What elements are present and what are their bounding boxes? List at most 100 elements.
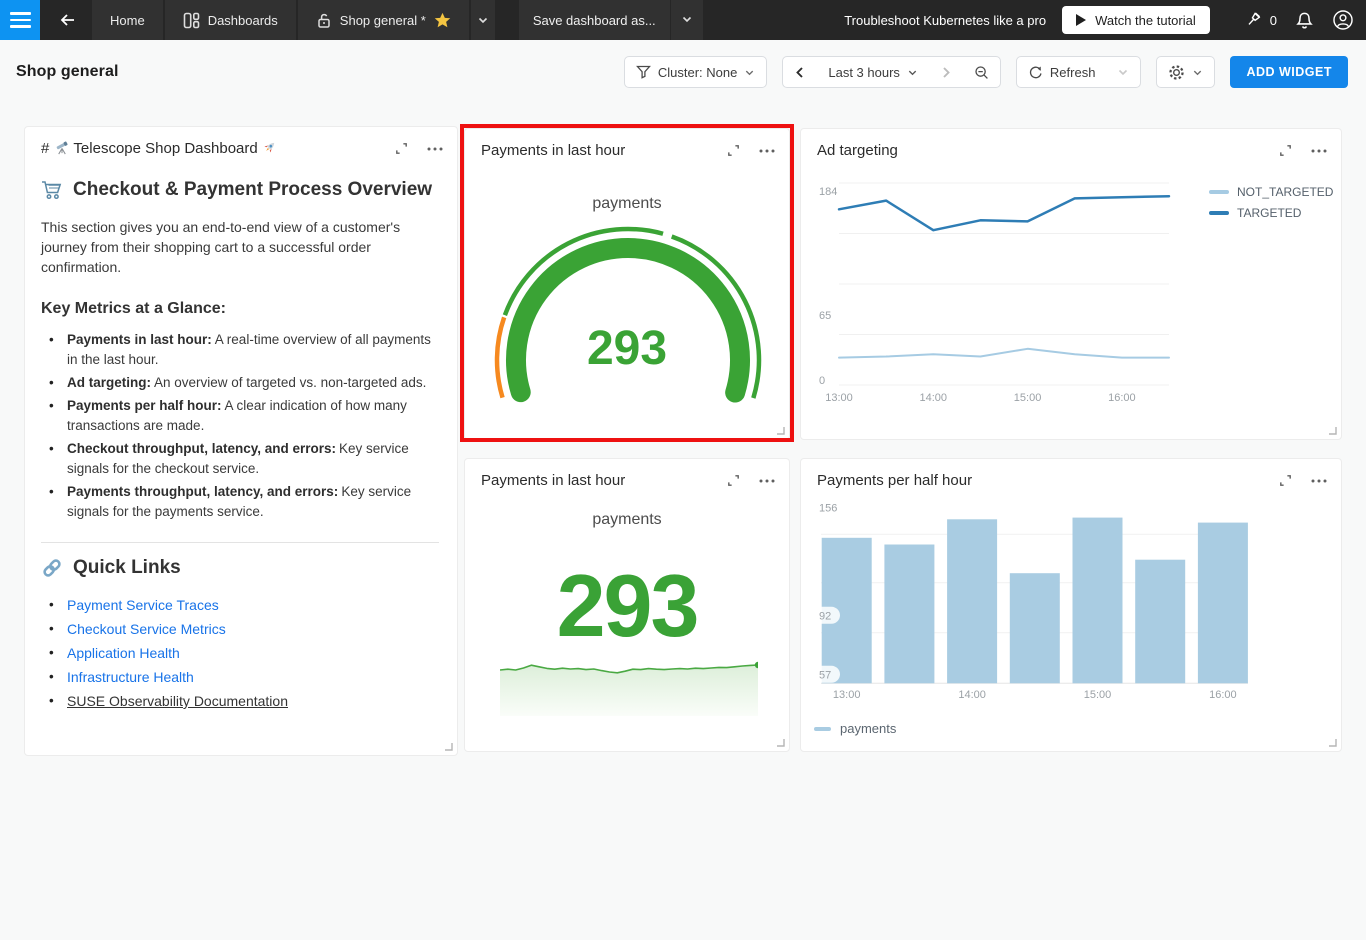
list-item: Infrastructure Health	[41, 667, 439, 688]
link-payment-service-traces[interactable]: Payment Service Traces	[67, 597, 219, 613]
zoom-out-time-button[interactable]	[963, 57, 1000, 87]
metrics-heading: Key Metrics at a Glance:	[41, 300, 226, 317]
list-item: SUSE Observability Documentation	[41, 691, 439, 712]
widget-markdown-title: # Telescope Shop Dashboard	[41, 140, 277, 157]
svg-text:13:00: 13:00	[825, 392, 853, 404]
legend-swatch	[814, 726, 831, 731]
expand-icon	[728, 475, 739, 486]
pinned-views-button[interactable]: 0	[1244, 11, 1277, 29]
markdown-description: This section gives you an end-to-end vie…	[41, 219, 401, 275]
user-avatar-button[interactable]	[1332, 9, 1354, 31]
resize-handle-icon[interactable]	[776, 738, 785, 747]
settings-button[interactable]	[1157, 57, 1214, 87]
time-range-button[interactable]: Last 3 hours	[817, 57, 929, 87]
refresh-options-chevron[interactable]	[1106, 57, 1140, 87]
ellipsis-icon	[427, 147, 443, 150]
chevron-right-icon	[943, 66, 950, 78]
resize-handle-icon[interactable]	[444, 742, 453, 751]
pin-icon	[1248, 12, 1261, 25]
resize-handle-icon[interactable]	[1328, 426, 1337, 435]
cluster-filter-button[interactable]: Cluster: None	[625, 57, 766, 87]
tab-shop-general-label: Shop general *	[339, 12, 426, 28]
payments-bar-chart: 156 92 5713:00 14:00 15:00 16:00	[812, 503, 1248, 701]
save-dashboard-group: Save dashboard as...	[518, 0, 703, 40]
chevron-down-icon	[1119, 69, 1128, 76]
page-header: Shop general Cluster: None Last 3 hours	[0, 40, 1366, 104]
ad-targeting-chart: 184 65 013:00 14:00 15:00 16:00	[819, 182, 1171, 404]
widget-title: Payments in last hour	[481, 472, 626, 489]
refresh-button[interactable]: Refresh	[1017, 57, 1107, 87]
widget-payments-number: Payments in last hour payments 293	[464, 458, 790, 752]
svg-text:15:00: 15:00	[1084, 689, 1112, 701]
link-application-health[interactable]: Application Health	[67, 645, 180, 661]
tab-dashboards-label: Dashboards	[207, 12, 278, 28]
expand-widget-button[interactable]	[394, 141, 409, 156]
top-navbar: Home Dashboards Shop general * Save dash…	[0, 0, 1366, 40]
widget-menu-button[interactable]	[759, 479, 775, 483]
gear-icon	[1169, 64, 1185, 80]
hamburger-menu-button[interactable]	[0, 0, 40, 40]
number-series-label: payments	[592, 511, 662, 528]
pin-count: 0	[1269, 12, 1277, 28]
save-dashboard-chevron-button[interactable]	[670, 0, 703, 40]
list-item: Payments throughput, latency, and errors…	[41, 482, 439, 522]
expand-widget-button[interactable]	[726, 473, 741, 488]
dashboard-settings-control	[1156, 56, 1216, 88]
quick-links-heading: Quick Links	[41, 557, 439, 579]
time-forward-button[interactable]	[929, 57, 963, 87]
tab-home[interactable]: Home	[92, 0, 163, 40]
svg-text:92: 92	[819, 610, 831, 622]
time-back-button[interactable]	[783, 57, 817, 87]
link-infrastructure-health[interactable]: Infrastructure Health	[67, 669, 194, 685]
resize-handle-icon[interactable]	[1328, 738, 1337, 747]
metrics-list: Payments in last hour:A real-time overvi…	[41, 330, 439, 522]
svg-text:14:00: 14:00	[958, 689, 986, 701]
chevron-down-icon	[682, 16, 691, 22]
svg-text:16:00: 16:00	[1108, 392, 1136, 404]
header-controls: Cluster: None Last 3 hours Refresh ADD W…	[623, 56, 1348, 88]
legend-item-targeted[interactable]: TARGETED	[1209, 206, 1333, 220]
refresh-icon	[1029, 66, 1042, 78]
tab-options-chevron[interactable]	[470, 0, 495, 40]
link-suse-observability-documentation[interactable]: SUSE Observability Documentation	[67, 693, 288, 709]
chevron-down-icon	[908, 70, 917, 75]
markdown-heading: Checkout & Payment Process Overview	[41, 179, 439, 201]
ellipsis-icon	[759, 479, 775, 482]
add-widget-button[interactable]: ADD WIDGET	[1230, 56, 1348, 88]
telescope-icon	[56, 141, 68, 155]
svg-text:184: 184	[819, 186, 837, 198]
legend-swatch	[1209, 190, 1229, 194]
notifications-button[interactable]	[1295, 11, 1314, 30]
widget-menu-button[interactable]	[427, 147, 443, 151]
svg-text:0: 0	[819, 375, 825, 387]
watch-tutorial-button[interactable]: Watch the tutorial	[1062, 6, 1210, 34]
resize-handle-icon[interactable]	[776, 426, 785, 435]
list-item: Application Health	[41, 643, 439, 664]
dashboards-icon	[183, 12, 199, 28]
expand-icon	[396, 143, 407, 154]
link-checkout-service-metrics[interactable]: Checkout Service Metrics	[67, 621, 226, 637]
gauge-value: 293	[586, 322, 668, 375]
tab-dashboards[interactable]: Dashboards	[164, 0, 296, 40]
chevron-down-icon	[1194, 70, 1202, 75]
svg-text:13:00: 13:00	[833, 689, 861, 701]
legend-item-not-targeted[interactable]: NOT_TARGETED	[1209, 185, 1333, 199]
dashboard-board: # Telescope Shop Dashboard Checkout & Pa…	[0, 104, 1366, 940]
svg-text:15:00: 15:00	[1014, 392, 1042, 404]
payments-gauge-chart	[494, 226, 762, 403]
tab-shop-general[interactable]: Shop general *	[297, 0, 469, 40]
dashboard-tabs: Home Dashboards Shop general *	[92, 0, 495, 40]
bar-chart-legend[interactable]: payments	[814, 721, 896, 736]
chevron-left-icon	[796, 66, 804, 78]
star-icon[interactable]	[434, 12, 451, 29]
back-button[interactable]	[50, 0, 84, 40]
play-icon	[1076, 14, 1087, 26]
avatar-icon	[1333, 10, 1353, 30]
widget-payments-per-half-hour: Payments per half hour 156 92 57 13:00 14:00…	[800, 458, 1342, 752]
unlock-icon	[318, 13, 330, 28]
svg-text:16:00: 16:00	[1209, 689, 1237, 701]
link-icon	[43, 559, 61, 577]
svg-text:57: 57	[819, 669, 831, 681]
promo-text: Troubleshoot Kubernetes like a pro	[844, 12, 1047, 28]
save-dashboard-as-button[interactable]: Save dashboard as...	[518, 0, 670, 40]
